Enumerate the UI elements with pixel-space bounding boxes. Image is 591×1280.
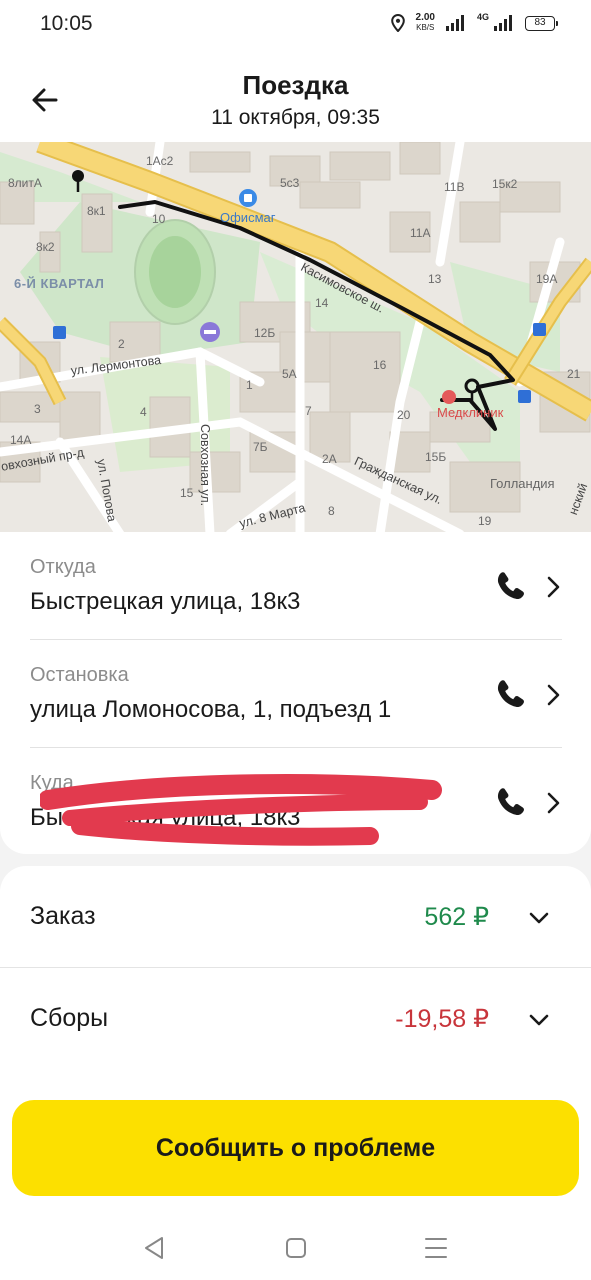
house-number: 16 [373, 358, 387, 372]
house-number: 15 [180, 486, 194, 500]
route-map[interactable]: 8литА 8к1 8к2 1Ас2 5с3 10 11В 15к2 11А 1… [0, 142, 591, 534]
nav-menu-icon[interactable] [416, 1232, 456, 1264]
system-nav-bar [0, 1216, 591, 1280]
house-number: 13 [428, 272, 442, 286]
address-from-row: Откуда Быстрецкая улица, 18к3 [30, 532, 562, 640]
cost-value: -19,58 ₽ [395, 1005, 489, 1033]
route-addresses-card: Откуда Быстрецкая улица, 18к3 Остановка … [0, 532, 591, 854]
cost-label: Сборы [30, 1004, 109, 1032]
house-number: 11В [444, 180, 465, 194]
net-speed: 2.00 KB/S [416, 13, 435, 33]
house-number: 8к1 [87, 204, 106, 218]
network-type: 4G [476, 12, 489, 22]
house-number: 14А [10, 433, 32, 447]
medklinik-icon [442, 390, 456, 404]
house-number: 5А [282, 367, 297, 381]
house-number: 21 [567, 367, 581, 381]
house-number: 12Б [254, 326, 276, 340]
cost-value: 562 ₽ [424, 903, 489, 931]
fees-cost-row[interactable]: Сборы -19,58 ₽ [0, 968, 591, 1070]
address-label: Остановка [30, 664, 129, 686]
house-number: 1Ас2 [146, 154, 174, 168]
signal-4g-icon [494, 15, 512, 31]
address-to-row: Куда Быстрецкая улица, 18к3 [30, 748, 562, 856]
house-number: 8литА [8, 176, 42, 190]
address-stop-row: Остановка улица Ломоносова, 1, подъезд 1 [30, 640, 562, 748]
phone-icon[interactable] [494, 570, 528, 604]
address-label: Куда [30, 772, 74, 794]
page-title: Поездка [242, 70, 349, 100]
house-number: 14 [315, 296, 329, 310]
house-number: 1 [246, 378, 253, 392]
poi-label: Голландия [490, 476, 555, 491]
battery-icon: 83 [525, 15, 558, 31]
poi-label: Медклиник [437, 405, 504, 420]
house-number: 8к2 [36, 240, 55, 254]
nav-home-icon[interactable] [276, 1232, 316, 1264]
house-number: 19 [478, 514, 492, 528]
signal-icon [445, 15, 464, 31]
address-label: Откуда [30, 556, 96, 578]
chevron-down-icon[interactable] [527, 1008, 551, 1032]
location-icon [390, 14, 405, 32]
status-time: 10:05 [40, 12, 93, 35]
chevron-down-icon[interactable] [527, 906, 551, 930]
address-value: Быстрецкая улица, 18к3 [30, 588, 301, 615]
house-number: 7 [305, 404, 312, 418]
house-number: 7Б [253, 440, 268, 454]
chevron-right-icon[interactable] [544, 682, 562, 708]
house-number: 15Б [425, 450, 447, 464]
hotel-icon [200, 322, 220, 342]
phone-icon[interactable] [494, 786, 528, 820]
net-speed-unit: KB/S [416, 23, 435, 32]
nav-back-icon[interactable] [134, 1232, 174, 1264]
trip-date: 11 октября, 09:35 [211, 106, 380, 129]
trip-details-screen: 10:05 2.00 KB/S 4G 83 Поездка 11 октября… [0, 0, 591, 1280]
house-number: 5с3 [280, 176, 300, 190]
street-label: Совхозная ул. [198, 424, 212, 507]
report-problem-button[interactable]: Сообщить о проблеме [12, 1100, 579, 1196]
house-number: 10 [152, 212, 166, 226]
district-label: 6-Й КВАРТАЛ [14, 276, 105, 291]
house-number: 3 [34, 402, 41, 416]
house-number: 11А [410, 226, 431, 240]
ofismag-icon [239, 189, 257, 207]
house-number: 8 [328, 504, 335, 518]
cost-label: Заказ [30, 902, 96, 930]
phone-icon[interactable] [494, 678, 528, 712]
costs-card: Заказ 562 ₽ Сборы -19,58 ₽ [0, 866, 591, 1076]
header: Поездка 11 октября, 09:35 [0, 48, 591, 142]
house-number: 20 [397, 408, 411, 422]
house-number: 4 [140, 405, 147, 419]
house-number: 19А [536, 272, 558, 286]
address-value: улица Ломоносова, 1, подъезд 1 [30, 696, 392, 723]
net-speed-value: 2.00 [415, 12, 435, 23]
address-value: Быстрецкая улица, 18к3 [30, 804, 301, 831]
bottom-panel: Сообщить о проблеме [0, 1076, 591, 1280]
house-number: 15к2 [492, 177, 518, 191]
chevron-right-icon[interactable] [544, 574, 562, 600]
status-bar: 10:05 2.00 KB/S 4G 83 [0, 0, 591, 48]
status-icons: 2.00 KB/S 4G 83 [390, 10, 558, 36]
chevron-right-icon[interactable] [544, 790, 562, 816]
poi-label: Офисмаг [220, 210, 276, 225]
house-number: 2А [322, 452, 337, 466]
battery-level: 83 [534, 16, 546, 28]
house-number: 2 [118, 337, 125, 351]
order-cost-row[interactable]: Заказ 562 ₽ [0, 866, 591, 968]
